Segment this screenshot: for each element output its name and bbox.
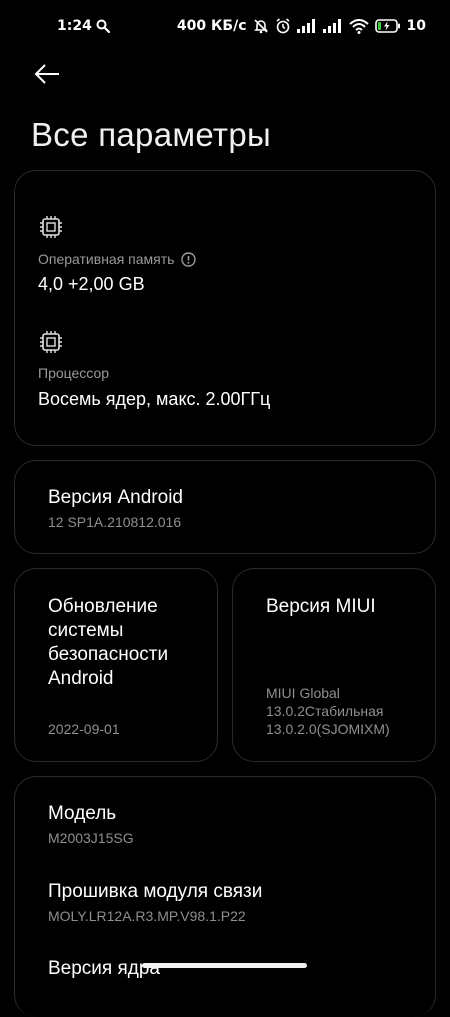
info-icon[interactable] <box>181 251 197 267</box>
kernel-title: Версия ядра <box>48 958 160 979</box>
gesture-nav-handle[interactable] <box>142 963 307 968</box>
wifi-icon <box>348 18 369 34</box>
processor-chip-icon <box>40 331 62 353</box>
security-title-line: системы <box>48 620 124 641</box>
memory-chip-icon <box>40 216 62 238</box>
dnd-off-icon <box>253 19 268 34</box>
miui-version-title: Версия MIUI <box>266 596 376 617</box>
back-button[interactable] <box>30 60 64 88</box>
battery-level: 10 <box>406 18 426 34</box>
signal-icon <box>296 19 315 33</box>
baseband-title: Прошивка модуля связи <box>48 881 263 902</box>
status-right: 400 КБ/с 10 <box>177 18 426 34</box>
page-title: Все параметры <box>31 116 271 153</box>
security-title-line: безопасности <box>48 644 169 665</box>
specs-card: Оперативная память 4,0 +2,00 GB Процессо… <box>14 170 436 446</box>
android-version-card[interactable]: Версия Android 12 SP1A.210812.016 <box>14 460 436 554</box>
security-title-line: Обновление <box>48 596 158 617</box>
security-update-card[interactable]: Обновление системы безопасности Android … <box>14 568 218 762</box>
miui-version-card[interactable]: Версия MIUI MIUI Global 13.0.2Стабильная… <box>232 568 436 762</box>
miui-version-line: 13.0.2.0(SJOMIXM) <box>266 721 390 737</box>
cpu-label-text: Процессор <box>38 365 110 381</box>
search-icon <box>96 19 110 33</box>
status-bar: 1:24 400 КБ/с 10 <box>0 0 450 52</box>
cpu-label: Процессор <box>38 365 109 381</box>
details-card: Модель M2003J15SG Прошивка модуля связи … <box>14 776 436 1017</box>
ram-label-text: Оперативная память <box>38 251 175 267</box>
android-version-value: 12 SP1A.210812.016 <box>48 514 182 530</box>
status-left: 1:24 <box>57 18 110 34</box>
status-time: 1:24 <box>57 18 92 34</box>
signal-2-icon <box>322 19 341 33</box>
model-title: Модель <box>48 803 117 824</box>
miui-version-value: MIUI Global 13.0.2Стабильная 13.0.2.0(SJ… <box>266 684 390 738</box>
miui-version-line: 13.0.2Стабильная <box>266 703 384 719</box>
security-update-value: 2022-09-01 <box>48 721 120 737</box>
miui-version-line: MIUI Global <box>266 685 340 701</box>
alarm-icon <box>276 18 290 34</box>
ram-label: Оперативная память <box>38 251 197 267</box>
security-update-title: Обновление системы безопасности Android <box>48 595 168 691</box>
security-title-line: Android <box>48 668 114 689</box>
cpu-value: Восемь ядер, макс. 2.00ГГц <box>38 389 271 409</box>
model-value: M2003J15SG <box>48 830 134 846</box>
android-version-title: Версия Android <box>48 487 183 508</box>
baseband-value: MOLY.LR12A.R3.MP.V98.1.P22 <box>48 908 246 924</box>
arrow-left-icon <box>34 64 59 84</box>
network-speed: 400 КБ/с <box>176 18 247 34</box>
battery-charging-icon <box>374 19 400 33</box>
ram-value: 4,0 +2,00 GB <box>38 274 145 294</box>
